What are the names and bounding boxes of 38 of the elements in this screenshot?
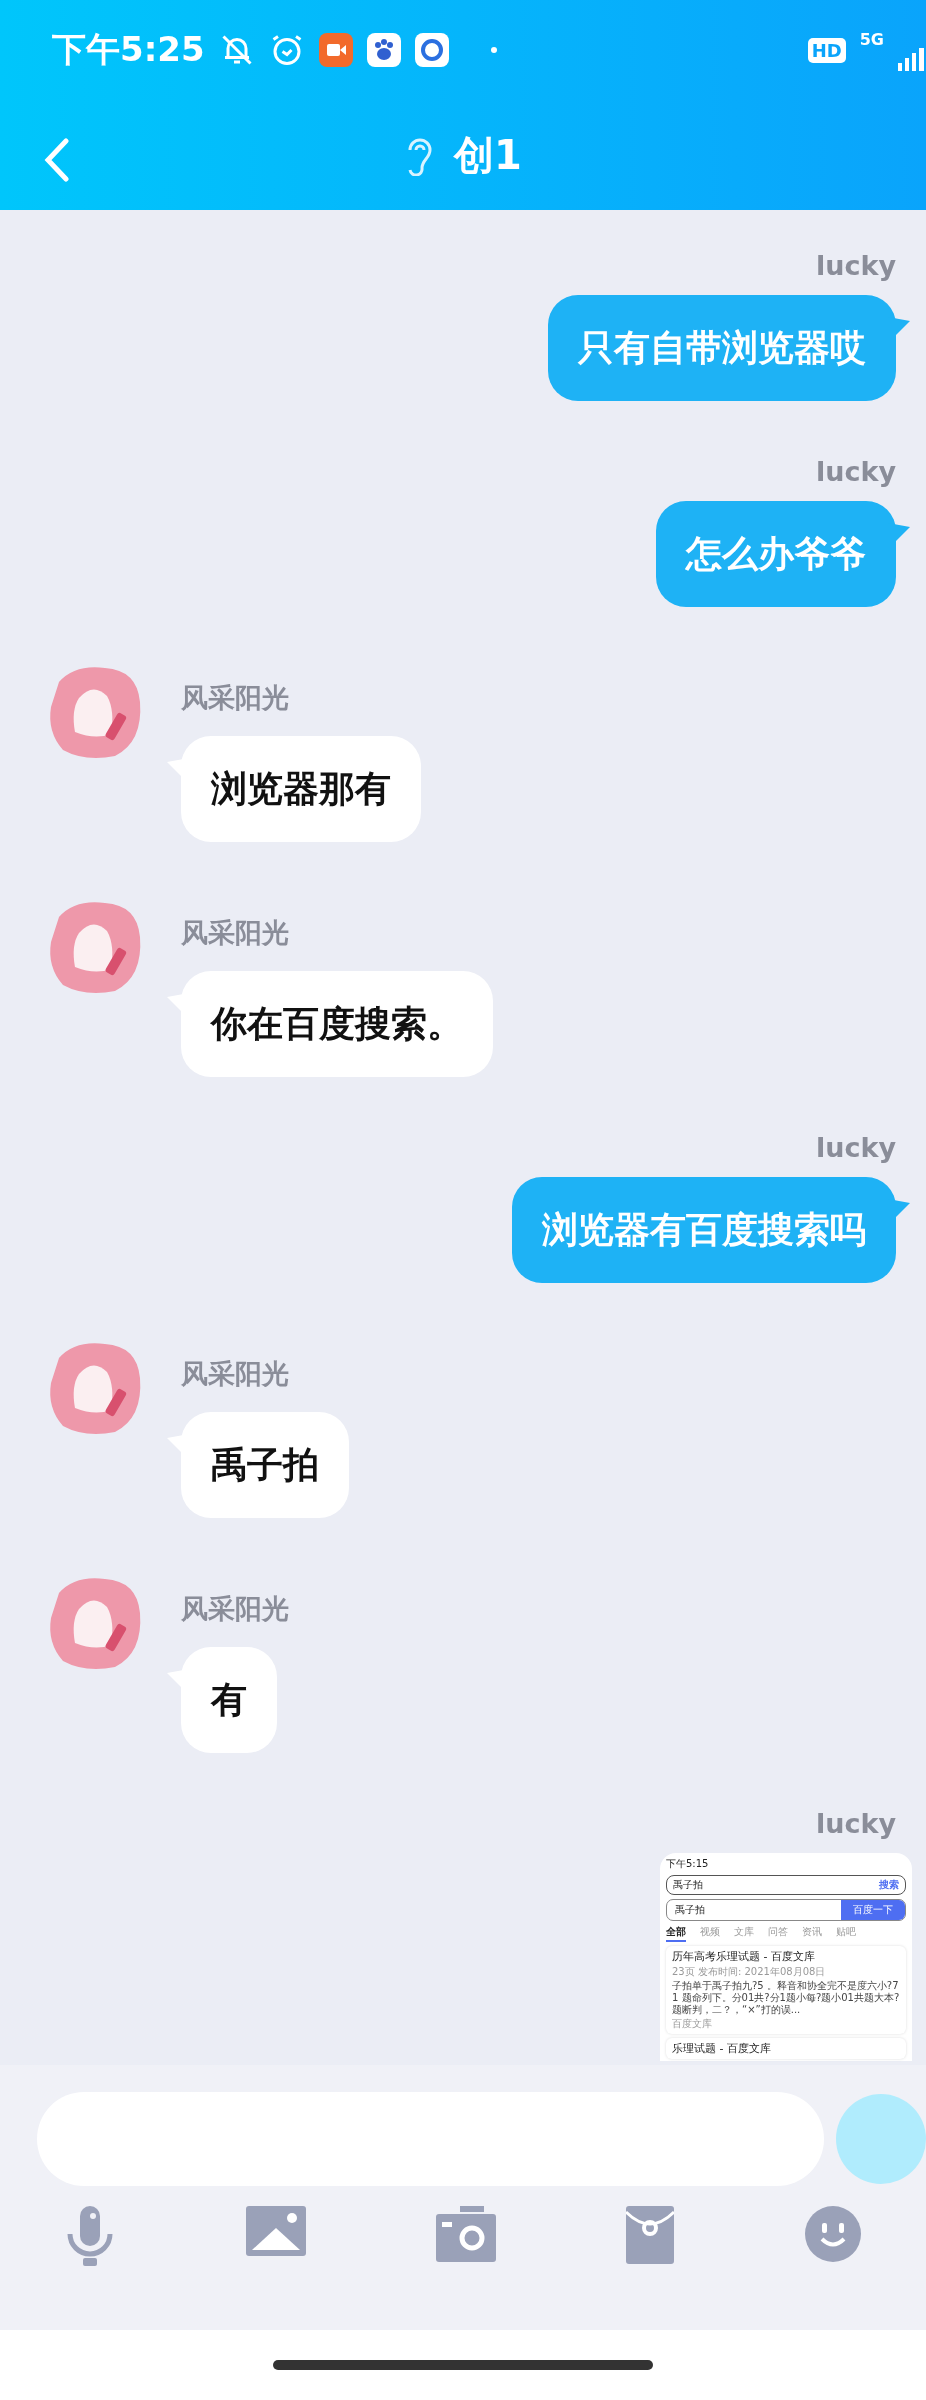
camera-icon[interactable]: [435, 2206, 496, 2262]
smiley-icon[interactable]: [804, 2206, 861, 2262]
signal-icon: [898, 45, 926, 73]
search-field[interactable]: 禹子拍 搜索: [666, 1875, 906, 1895]
result-title[interactable]: 历年高考乐理试题 - 百度文库: [672, 1949, 900, 1964]
sender-name: 风采阳光: [181, 916, 289, 950]
query-text: 禹子拍: [673, 1878, 703, 1892]
search-box[interactable]: 禹子拍 百度一下: [666, 1899, 906, 1921]
status-time: 下午5:25: [52, 28, 205, 71]
result-card[interactable]: 乐理试题 - 百度文库: [666, 2038, 906, 2059]
image-icon[interactable]: [245, 2206, 306, 2256]
result-meta: 23页 发布时间: 2021年08月08日: [672, 1965, 827, 1979]
sender-name: 风采阳光: [181, 681, 289, 715]
video-app-icon: [318, 33, 353, 67]
result-snippet: 子拍单于禹子拍九?5 。释音和协全完不是度六小?7 1 题命列下。分01共?分1题小每?题小01共题大本?题断判，二？，“×”打的误...: [672, 1980, 900, 2016]
sender-name: 风采阳光: [181, 1357, 289, 1391]
back-icon[interactable]: [44, 138, 70, 182]
result-title[interactable]: 乐理试题 - 百度文库: [672, 2041, 900, 2056]
envelope-icon[interactable]: [626, 2206, 675, 2264]
screenshot-thumbnail[interactable]: 下午5:15 禹子拍 搜索 禹子拍 百度一下 全部 视频 文库 问答 资讯 贴吧 历年高考乐理试题 - 百度文库 23页 发布时间: 2021年08月08日 子拍单于禹子拍九?5 。释音和协全完不是度六小?7 1 题命列下。分01共?分1题小每?题小01共题大本?题断判，二？，“×”打的误... 百度文库 乐理试题 - 百度文库: [660, 1853, 912, 2061]
sender-name: lucky: [815, 1132, 896, 1163]
chat-title: 创1: [454, 130, 522, 180]
search-button[interactable]: 百度一下: [841, 1900, 905, 1920]
sender-name: lucky: [815, 1808, 896, 1839]
result-source: 百度文库: [672, 2017, 713, 2031]
search-link[interactable]: 搜索: [879, 1878, 899, 1892]
ring-app-icon: [414, 33, 449, 67]
status-time: 下午5:15: [666, 1857, 709, 1871]
dot-icon: [490, 47, 497, 53]
sender-name: lucky: [815, 250, 896, 281]
sender-name: 风采阳光: [181, 1592, 289, 1626]
result-card[interactable]: 历年高考乐理试题 - 百度文库 23页 发布时间: 2021年08月08日 子拍单于禹子拍九?5 。释音和协全完不是度六小?7 1 题命列下。分01共?分1题小每?题小01共题大本?题断判，二？，“×”打的误... 百度文库: [666, 1946, 906, 2034]
hd-badge: HD: [807, 37, 846, 63]
query-text: 禹子拍: [674, 1903, 705, 1917]
paw-app-icon: [366, 33, 401, 67]
network-label: 5G: [859, 30, 884, 49]
sender-name: lucky: [815, 456, 896, 487]
tab[interactable]: 全部: [666, 1925, 686, 1942]
